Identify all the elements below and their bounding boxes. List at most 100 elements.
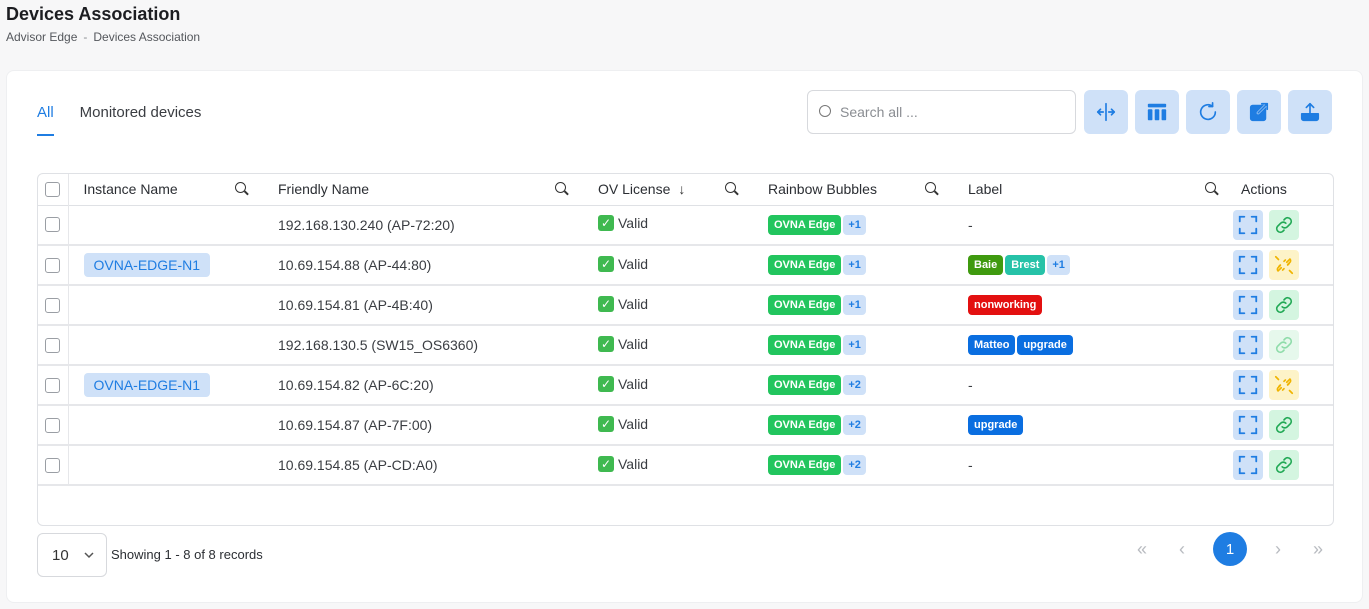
cell-friendly-name: 10.69.154.81 (AP-4B:40): [278, 297, 433, 313]
row-checkbox[interactable]: [45, 337, 60, 353]
page-size-select[interactable]: 10: [37, 533, 107, 577]
table-row[interactable]: 10.69.154.85 (AP-CD:A0) ✓ Valid OVNA Edge +2…: [38, 445, 1333, 485]
label-badge[interactable]: Brest: [1005, 255, 1046, 275]
label-badge[interactable]: nonworking: [968, 295, 1043, 315]
link-button[interactable]: [1269, 209, 1299, 240]
bubble-badge[interactable]: OVNA Edge: [768, 455, 842, 475]
table-row[interactable]: 192.168.130.240 (AP-72:20) ✓ Valid OVNA Edg…: [38, 205, 1333, 245]
bubble-more-badge[interactable]: +2: [843, 375, 866, 395]
bubble-badge[interactable]: OVNA Edge: [768, 415, 842, 435]
bubble-more-badge[interactable]: +1: [843, 295, 866, 315]
bubble-more-badge[interactable]: +2: [843, 415, 866, 435]
search-icon[interactable]: [725, 182, 739, 196]
open-external-button[interactable]: [1237, 90, 1281, 134]
expand-icon: [1238, 215, 1258, 234]
row-checkbox[interactable]: [45, 417, 60, 433]
cell-license: ✓ Valid: [583, 445, 753, 485]
unlink-button[interactable]: [1269, 250, 1299, 280]
expand-button[interactable]: [1233, 290, 1263, 320]
bubble-badge[interactable]: OVNA Edge: [768, 335, 842, 355]
breadcrumb: Advisor Edge - Devices Association: [6, 30, 200, 44]
label-badge[interactable]: +1: [1047, 255, 1070, 275]
bubble-badge[interactable]: OVNA Edge: [768, 375, 842, 395]
bubble-badge[interactable]: OVNA Edge: [768, 214, 842, 235]
bubble-badge[interactable]: OVNA Edge: [768, 295, 842, 315]
label-badge[interactable]: Matteo: [968, 335, 1016, 355]
last-page-icon[interactable]: »: [1309, 539, 1327, 560]
cell-label: Baie Brest +1: [953, 245, 1233, 285]
row-checkbox[interactable]: [45, 217, 60, 233]
license-status: Valid: [618, 295, 649, 312]
label-badge[interactable]: upgrade: [968, 415, 1024, 435]
tab-all[interactable]: All: [37, 104, 54, 136]
col-friendly-name[interactable]: Friendly Name: [278, 181, 369, 197]
table-row[interactable]: OVNA-EDGE-N1 10.69.154.88 (AP-44:80) ✓ Vali…: [38, 245, 1333, 285]
search-icon[interactable]: [555, 182, 569, 196]
row-checkbox[interactable]: [45, 377, 60, 393]
table-row[interactable]: 10.69.154.81 (AP-4B:40) ✓ Valid OVNA Edge +1…: [38, 285, 1333, 325]
search-icon: [819, 104, 831, 117]
select-all-checkbox[interactable]: [45, 181, 60, 197]
bubble-badge[interactable]: OVNA Edge: [768, 255, 842, 275]
cell-friendly-name: 192.168.130.240 (AP-72:20): [278, 216, 455, 233]
instance-chip[interactable]: OVNA-EDGE-N1: [83, 253, 211, 277]
link-button[interactable]: [1269, 330, 1299, 360]
table-layout-button[interactable]: [1135, 90, 1179, 134]
label-empty: -: [968, 457, 973, 473]
cell-friendly-name: 10.69.154.88 (AP-44:80): [278, 257, 432, 273]
split-columns-button[interactable]: [1084, 90, 1128, 134]
prev-page-icon[interactable]: ‹: [1173, 539, 1191, 560]
check-icon: ✓: [598, 255, 614, 272]
sort-down-icon[interactable]: ↓: [678, 181, 685, 197]
breadcrumb-item-advisor-edge[interactable]: Advisor Edge: [6, 30, 77, 44]
link-icon: [1275, 456, 1293, 474]
link-button[interactable]: [1269, 410, 1299, 440]
breadcrumb-item-devices-association: Devices Association: [93, 30, 201, 44]
refresh-button[interactable]: [1186, 90, 1230, 134]
cell-bubbles: OVNA Edge +1: [753, 245, 953, 285]
unlink-button[interactable]: [1269, 370, 1299, 400]
link-button[interactable]: [1269, 290, 1299, 320]
page-title: Devices Association: [6, 4, 181, 24]
expand-button[interactable]: [1233, 209, 1263, 240]
check-icon: ✓: [598, 295, 614, 312]
instance-chip[interactable]: OVNA-EDGE-N1: [83, 373, 211, 397]
col-instance-name[interactable]: Instance Name: [84, 181, 178, 197]
table-row[interactable]: 10.69.154.87 (AP-7F:00) ✓ Valid OVNA Edge +2…: [38, 405, 1333, 445]
label-badge[interactable]: Baie: [968, 255, 1004, 275]
expand-button[interactable]: [1233, 250, 1263, 280]
bubble-more-badge[interactable]: +2: [843, 455, 866, 475]
search-icon[interactable]: [235, 182, 249, 196]
search-icon[interactable]: [1205, 182, 1219, 196]
search-icon[interactable]: [925, 182, 939, 196]
expand-button[interactable]: [1233, 410, 1263, 440]
cell-label: upgrade: [953, 405, 1233, 445]
upload-icon: [1300, 102, 1320, 122]
tab-monitored-devices[interactable]: Monitored devices: [80, 104, 202, 136]
table-row[interactable]: 192.168.130.5 (SW15_OS6360) ✓ Valid OVNA Ed…: [38, 325, 1333, 365]
col-ov-license[interactable]: OV License: [598, 181, 670, 197]
expand-button[interactable]: [1233, 450, 1263, 480]
first-page-icon[interactable]: «: [1133, 539, 1151, 560]
row-checkbox[interactable]: [45, 257, 60, 273]
bubble-more-badge[interactable]: +1: [843, 255, 866, 275]
cell-instance: [68, 405, 263, 445]
bubble-more-badge[interactable]: +1: [843, 335, 866, 355]
label-badge[interactable]: upgrade: [1017, 335, 1073, 355]
row-checkbox[interactable]: [45, 457, 60, 473]
expand-icon: [1238, 455, 1258, 475]
link-button[interactable]: [1269, 450, 1299, 480]
bubble-more-badge[interactable]: +1: [843, 214, 866, 235]
cell-label: -: [953, 445, 1233, 485]
expand-button[interactable]: [1233, 370, 1263, 400]
check-icon: ✓: [598, 215, 614, 232]
col-rainbow-bubbles[interactable]: Rainbow Bubbles: [768, 181, 877, 197]
page-button-1[interactable]: 1: [1213, 532, 1247, 566]
search-input[interactable]: [840, 104, 1060, 120]
expand-button[interactable]: [1233, 330, 1263, 360]
row-checkbox[interactable]: [45, 297, 60, 313]
upload-button[interactable]: [1288, 90, 1332, 134]
table-row[interactable]: OVNA-EDGE-N1 10.69.154.82 (AP-6C:20) ✓ Vali…: [38, 365, 1333, 405]
next-page-icon[interactable]: ›: [1269, 539, 1287, 560]
col-label[interactable]: Label: [968, 181, 1002, 197]
